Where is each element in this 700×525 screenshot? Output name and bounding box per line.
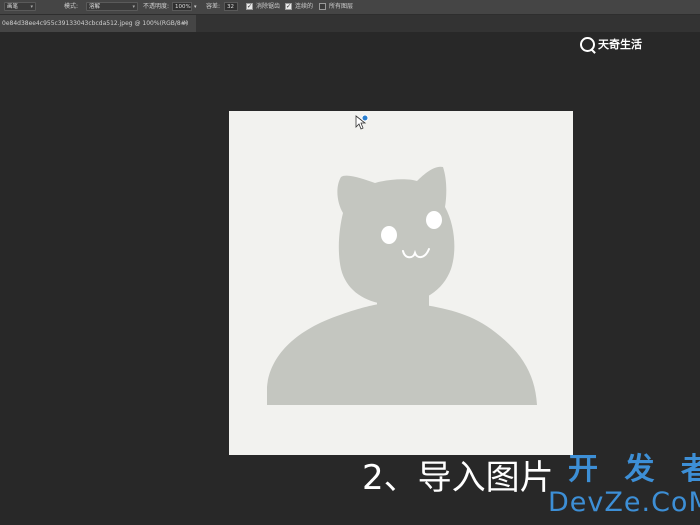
chevron-down-icon[interactable]: ▾ [194,0,197,14]
options-bar: 画笔 ▾ 模式: 溶解 ▾ 不透明度: 100% ▾ 容差: 32 ✓ 消除锯齿… [0,0,700,15]
tolerance-input[interactable]: 32 [224,2,238,11]
cat-figure-image [267,166,537,405]
contiguous-checkbox[interactable]: ✓ [285,3,292,10]
chevron-down-icon: ▾ [30,4,33,10]
mode-label: 模式: [64,3,79,10]
tool-preset-picker[interactable]: 画笔 ▾ [4,2,36,11]
figure-right-eye [426,211,442,229]
logo-text: 天奇生活 [598,38,642,51]
opacity-value: 100% [175,4,191,10]
logo-badge-icon [580,36,595,52]
all-layers-label: 所有图层 [329,3,354,10]
brand-logo: 天奇生活 [580,36,642,52]
anti-alias-checkbox[interactable]: ✓ [246,3,253,10]
cursor-icon [355,114,369,130]
document-tab-bar: 0e84d38ee4c955c39133043cbcda512.jpeg @ 1… [0,15,700,32]
mode-value: 溶解 [89,4,101,10]
site-watermark-english: DevZe.CoM [548,487,700,518]
chevron-down-icon: ▾ [132,4,135,10]
opacity-input[interactable]: 100% [172,2,192,11]
tolerance-label: 容差: [206,3,221,10]
tool-preset-label: 画笔 [7,4,19,10]
contiguous-label: 连续的 [295,3,314,10]
document-canvas[interactable] [229,111,573,455]
tolerance-value: 32 [227,4,234,10]
mode-select[interactable]: 溶解 ▾ [86,2,138,11]
document-tab[interactable]: 0e84d38ee4c955c39133043cbcda512.jpeg @ 1… [0,15,196,32]
anti-alias-label: 消除锯齿 [256,3,281,10]
step-caption: 2、导入图片 [362,458,554,498]
close-icon[interactable]: × [183,15,189,32]
figure-left-eye [381,226,397,244]
opacity-label: 不透明度: [143,3,170,10]
site-watermark-chinese: 开 发 者 [568,452,700,487]
document-tab-title: 0e84d38ee4c955c39133043cbcda512.jpeg @ 1… [2,20,189,27]
all-layers-checkbox[interactable] [319,3,326,10]
